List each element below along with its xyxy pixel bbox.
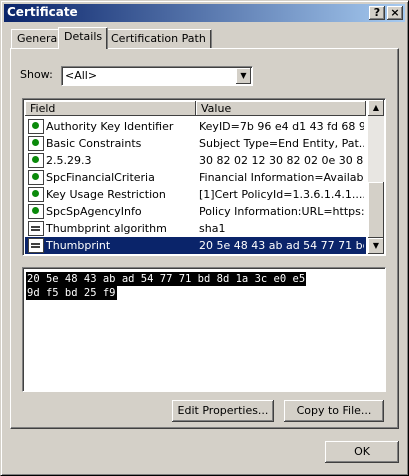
copy-to-file-button[interactable]: Copy to File... xyxy=(284,400,384,422)
tab-certification-path[interactable]: Certification Path xyxy=(105,29,212,48)
chevron-down-icon[interactable]: ▼ xyxy=(236,68,251,84)
scroll-down-arrow-icon[interactable]: ▼ xyxy=(368,238,384,254)
certificate-extension-icon xyxy=(28,170,44,185)
field-value: [1]Cert PolicyId=1.3.6.1.4.1.... xyxy=(199,188,364,201)
list-item[interactable]: Authority Key Identifier KeyID=7b 96 e4 … xyxy=(25,118,366,135)
list-item[interactable]: Basic Constraints Subject Type=End Entit… xyxy=(25,135,366,152)
field-value: 30 82 02 12 30 82 02 0e 30 82... xyxy=(199,154,364,167)
list-item[interactable]: 2.5.29.3 30 82 02 12 30 82 02 0e 30 82..… xyxy=(25,152,366,169)
column-header-value[interactable]: Value xyxy=(196,101,366,116)
ok-button[interactable]: OK xyxy=(325,441,399,463)
field-name: SpcFinancialCriteria xyxy=(46,171,155,184)
field-value: sha1 xyxy=(199,222,226,235)
close-button[interactable]: × xyxy=(387,6,403,20)
detail-line: 20 5e 48 43 ab ad 54 77 71 bd 8d 1a 3c e… xyxy=(26,272,307,286)
field-value: KeyID=7b 96 e4 d1 43 fd 68 9... xyxy=(199,120,364,133)
certificate-extension-icon xyxy=(28,204,44,219)
certificate-extension-icon xyxy=(28,153,44,168)
certificate-extension-icon xyxy=(28,119,44,134)
value-detail-box[interactable]: 20 5e 48 43 ab ad 54 77 71 bd 8d 1a 3c e… xyxy=(22,267,386,392)
certificate-extension-icon xyxy=(28,136,44,151)
list-item[interactable]: Thumbprint algorithm sha1 xyxy=(25,220,366,237)
scroll-thumb[interactable] xyxy=(368,182,384,238)
field-name: Authority Key Identifier xyxy=(46,120,174,133)
field-name: Basic Constraints xyxy=(46,137,142,150)
certificate-property-icon xyxy=(28,238,44,253)
window-title: Certificate xyxy=(7,5,78,19)
field-name: 2.5.29.3 xyxy=(46,154,92,167)
field-name: SpcSpAgencyInfo xyxy=(46,205,142,218)
field-value: Subject Type=End Entity, Pat... xyxy=(199,137,364,150)
show-label: Show: xyxy=(20,68,53,81)
field-name: Key Usage Restriction xyxy=(46,188,166,201)
field-name: Thumbprint xyxy=(46,239,111,252)
fields-list[interactable]: Field Value Authority Key Identifier Key… xyxy=(22,98,386,256)
list-item[interactable]: SpcSpAgencyInfo Policy Information:URL=h… xyxy=(25,203,366,220)
column-header-field[interactable]: Field xyxy=(25,101,196,116)
title-bar[interactable]: Certificate ? × xyxy=(4,4,405,22)
certificate-property-icon xyxy=(28,221,44,236)
list-item[interactable]: SpcFinancialCriteria Financial Informati… xyxy=(25,169,366,186)
field-value: Financial Information=Availabl... xyxy=(199,171,364,184)
help-button[interactable]: ? xyxy=(369,6,385,20)
list-item-selected[interactable]: Thumbprint 20 5e 48 43 ab ad 54 77 71 bd… xyxy=(25,237,366,254)
field-name: Thumbprint algorithm xyxy=(46,222,167,235)
certificate-extension-icon xyxy=(28,187,44,202)
show-select-value: <All> xyxy=(65,69,98,82)
field-value: 20 5e 48 43 ab ad 54 77 71 bd... xyxy=(199,239,364,252)
scroll-up-arrow-icon[interactable]: ▲ xyxy=(368,100,384,116)
show-select[interactable]: <All> ▼ xyxy=(61,66,253,86)
tab-details[interactable]: Details xyxy=(58,27,109,49)
detail-line: 9d f5 bd 25 f9 xyxy=(26,286,117,300)
vertical-scrollbar[interactable]: ▲ ▼ xyxy=(368,100,384,254)
list-item[interactable]: Key Usage Restriction [1]Cert PolicyId=1… xyxy=(25,186,366,203)
field-value: Policy Information:URL=https:... xyxy=(199,205,364,218)
edit-properties-button[interactable]: Edit Properties... xyxy=(172,400,274,422)
